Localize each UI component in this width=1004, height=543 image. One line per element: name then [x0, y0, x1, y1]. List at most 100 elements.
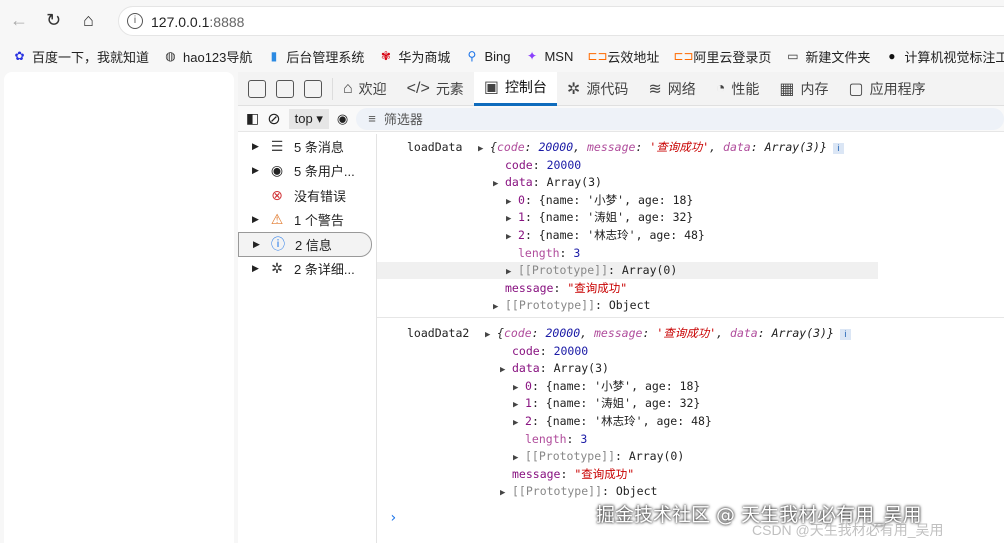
property-row[interactable]: ▶ [[Prototype]]: Array(0)	[513, 448, 684, 465]
property-key: code	[505, 157, 533, 172]
bookmark-label: MSN	[544, 48, 574, 64]
filter-icon: ≡	[368, 111, 376, 126]
bookmark-label: 华为商城	[398, 49, 451, 65]
property-row[interactable]: ▶ 0: {name: '小梦', age: 18}	[513, 378, 700, 395]
sidebar-toggle-icon[interactable]: ◧	[246, 110, 259, 127]
live-expression-icon[interactable]: ◉	[337, 111, 348, 127]
expand-arrow-icon[interactable]: ▶	[513, 380, 525, 397]
property-row[interactable]: ▶ [[Prototype]]: Array(0)	[506, 262, 677, 279]
property-value: Array(3)	[546, 175, 602, 190]
expand-arrow-icon[interactable]: ▶	[493, 176, 505, 193]
tab-chip[interactable]: ▦ 内存	[769, 72, 838, 106]
expand-arrow-icon[interactable]: ▶	[513, 397, 525, 414]
address-bar[interactable]: i 127.0.0.1:8888	[118, 6, 1004, 36]
sidebar-item[interactable]: ▶ ☰ 5 条消息	[238, 134, 376, 159]
property-value: 20000	[546, 157, 582, 172]
property-key: [[Prototype]]	[512, 484, 603, 499]
tab-console[interactable]: ▣ 控制台	[473, 71, 557, 106]
expand-arrow-icon[interactable]: ▶	[500, 362, 512, 379]
colon: :	[524, 210, 539, 225]
property-row[interactable]: ▶ 1: {name: '涛姐', age: 32}	[506, 209, 693, 226]
bug-icon: ✲	[271, 260, 283, 277]
expand-arrow-icon[interactable]: ▶	[513, 450, 525, 467]
bookmark-item[interactable]: ⚲ Bing	[464, 48, 511, 64]
expand-arrow-icon[interactable]: ▶	[500, 485, 512, 502]
tab-gauge[interactable]: ◔ 性能	[706, 72, 770, 106]
console-log-entry: loadData2	[407, 325, 469, 342]
expand-arrow-icon[interactable]: ▶	[252, 263, 260, 274]
expand-arrow-icon[interactable]: ▶	[506, 229, 518, 246]
reload-icon[interactable]: ↻	[46, 10, 61, 31]
console-prompt-icon[interactable]: ›	[389, 510, 397, 526]
dock-icon[interactable]	[304, 79, 322, 98]
bookmark-item[interactable]: ⊏⊐ 云效地址	[587, 47, 659, 66]
bookmark-item[interactable]: ◍ hao123导航	[163, 47, 252, 66]
tab-code[interactable]: </> 元素	[397, 72, 474, 106]
summary-token: code	[496, 140, 525, 154]
expand-arrow-icon[interactable]: ▶	[485, 327, 497, 344]
sidebar-item[interactable]: ▶ ◉ 5 条用户...	[238, 159, 376, 184]
expand-arrow-icon[interactable]: ▶	[478, 141, 490, 158]
expand-arrow-icon[interactable]: ▶	[252, 141, 260, 152]
bookmark-item[interactable]: ⊏⊐ 阿里云登录页	[673, 47, 771, 66]
bookmark-item[interactable]: ▮ 后台管理系统	[266, 47, 365, 66]
property-row[interactable]: ▶ 2: {name: '林志玲', age: 48}	[513, 413, 712, 430]
colon: :	[595, 298, 609, 313]
property-row[interactable]: ▶ data: Array(3)	[500, 360, 609, 377]
property-row: message: "查询成功"	[500, 466, 634, 483]
object-summary[interactable]: ▶ {code: 20000, message: '查询成功', data: Ar…	[485, 325, 851, 342]
property-row[interactable]: ▶ 2: {name: '林志玲', age: 48}	[506, 227, 705, 244]
bookmark-label: 云效地址	[607, 49, 660, 65]
property-row[interactable]: ▶ [[Prototype]]: Object	[500, 483, 657, 500]
property-key: 2	[525, 414, 532, 428]
bookmark-item[interactable]: ● 计算机视觉标注工具	[884, 47, 1004, 66]
colon: :	[566, 431, 581, 446]
summary-token: :	[524, 140, 539, 154]
sidebar-item[interactable]: ⊗ 没有错误	[238, 183, 376, 208]
error-icon: ⊗	[271, 186, 283, 203]
tab-wifi[interactable]: ≋ 网络	[638, 72, 705, 106]
filter-input[interactable]: ≡ 筛选器	[356, 107, 1004, 130]
tab-app[interactable]: ▢ 应用程序	[839, 72, 936, 106]
info-badge-icon[interactable]: i	[832, 143, 844, 154]
bookmark-label: 后台管理系统	[286, 49, 365, 65]
expand-arrow-icon[interactable]: ▶	[493, 299, 505, 316]
sidebar-item[interactable]: ▶ ⓘ 2 信息	[238, 232, 372, 257]
expand-arrow-icon[interactable]: ▶	[252, 214, 260, 225]
property-row[interactable]: ▶ [[Prototype]]: Object	[493, 297, 650, 314]
expand-arrow-icon[interactable]: ▶	[252, 165, 260, 176]
summary-token: '查询成功'	[649, 140, 710, 154]
bookmark-label: Bing	[484, 48, 511, 64]
device-emulation-icon[interactable]	[276, 79, 294, 98]
property-value: {name: '林志玲', age: 48}	[545, 414, 712, 428]
site-info-icon[interactable]: i	[127, 13, 143, 29]
context-value: top	[294, 110, 313, 126]
property-row[interactable]: ▶ data: Array(3)	[493, 174, 602, 191]
clear-console-icon[interactable]: ⊘	[267, 109, 280, 129]
context-select[interactable]: top ▾	[288, 108, 329, 129]
home-icon[interactable]: ⌂	[83, 10, 94, 31]
back-icon[interactable]: ←	[10, 10, 28, 31]
expand-arrow-icon[interactable]: ▶	[506, 211, 518, 228]
property-row[interactable]: ▶ 1: {name: '涛姐', age: 32}	[513, 395, 700, 412]
inspect-icon[interactable]	[248, 79, 266, 98]
tab-home[interactable]: ⌂ 欢迎	[333, 72, 397, 106]
expand-arrow-icon[interactable]: ▶	[513, 415, 525, 432]
expand-arrow-icon[interactable]: ▶	[506, 264, 518, 281]
bookmark-item[interactable]: ✾ 华为商城	[378, 47, 451, 66]
expand-arrow-icon[interactable]: ▶	[253, 239, 261, 250]
property-value: "查询成功"	[567, 280, 628, 295]
sidebar-item[interactable]: ▶ ✲ 2 条详细...	[238, 257, 376, 282]
sidebar-item[interactable]: ▶ ⚠ 1 个警告	[238, 208, 376, 233]
bookmark-item[interactable]: ✦ MSN	[524, 49, 573, 64]
expand-arrow-icon[interactable]: ▶	[506, 194, 518, 211]
sidebar-item-label: 没有错误	[294, 188, 347, 204]
info-badge-icon[interactable]: i	[839, 329, 851, 340]
property-row[interactable]: ▶ 0: {name: '小梦', age: 18}	[506, 192, 693, 209]
tab-label: 网络	[667, 80, 696, 97]
app-icon: ▮	[270, 48, 278, 63]
tab-bug[interactable]: ✲ 源代码	[557, 72, 638, 106]
bookmark-item[interactable]: ✿ 百度一下，我就知道	[12, 47, 149, 66]
object-summary[interactable]: ▶ {code: 20000, message: '查询成功', data: Ar…	[478, 139, 844, 156]
bookmark-item[interactable]: ▭ 新建文件夹	[785, 47, 870, 66]
